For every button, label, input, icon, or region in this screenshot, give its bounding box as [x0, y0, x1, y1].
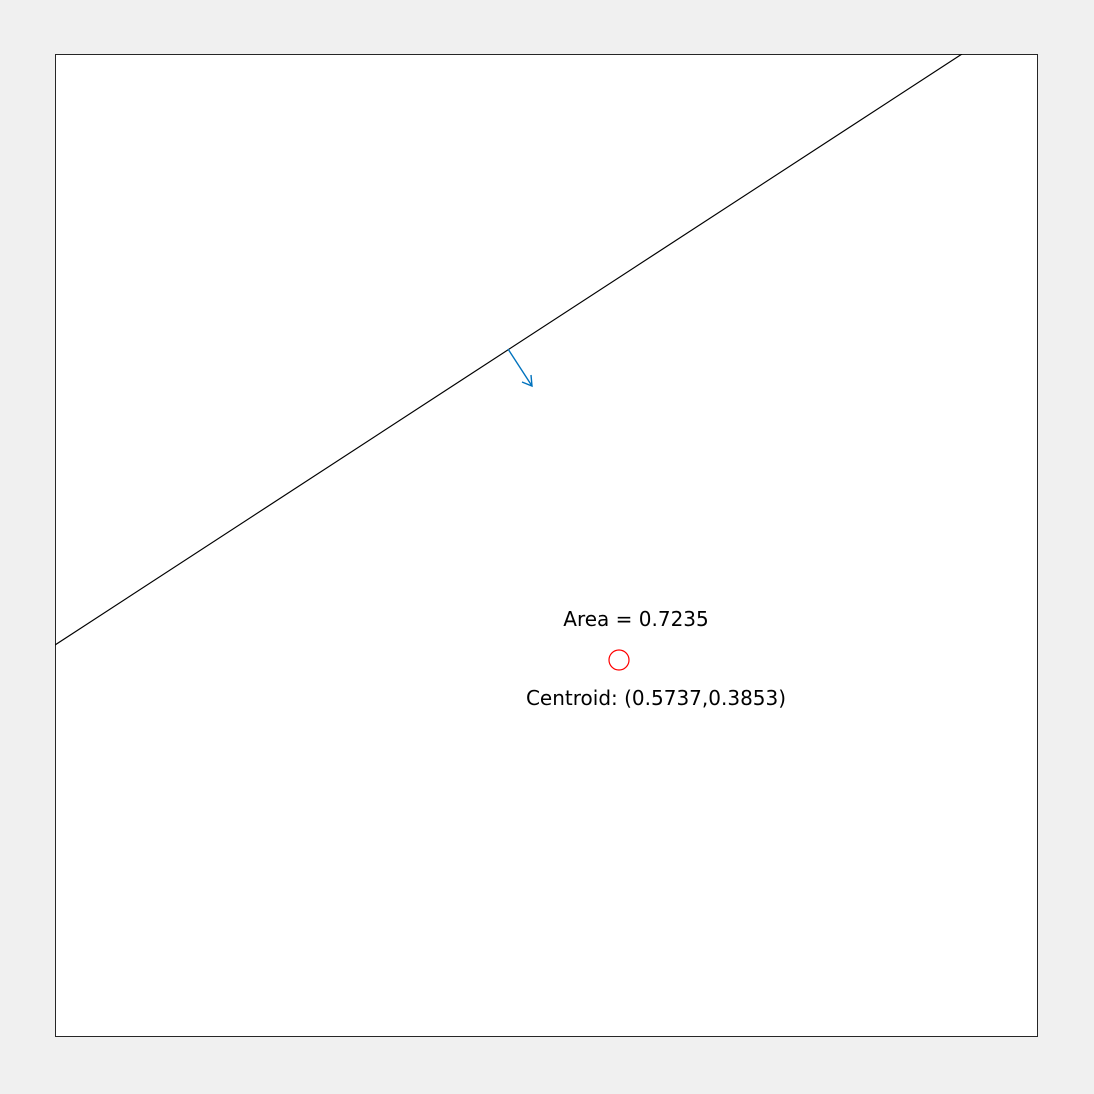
area-label: Area = 0.7235	[563, 607, 709, 631]
figure-window: Area = 0.7235 Centroid: (0.5737,0.3853)	[0, 0, 1094, 1094]
centroid-marker	[608, 649, 630, 671]
normal-arrow-icon	[507, 348, 533, 388]
centroid-label: Centroid: (0.5737,0.3853)	[525, 686, 787, 710]
plot-canvas	[55, 54, 963, 671]
